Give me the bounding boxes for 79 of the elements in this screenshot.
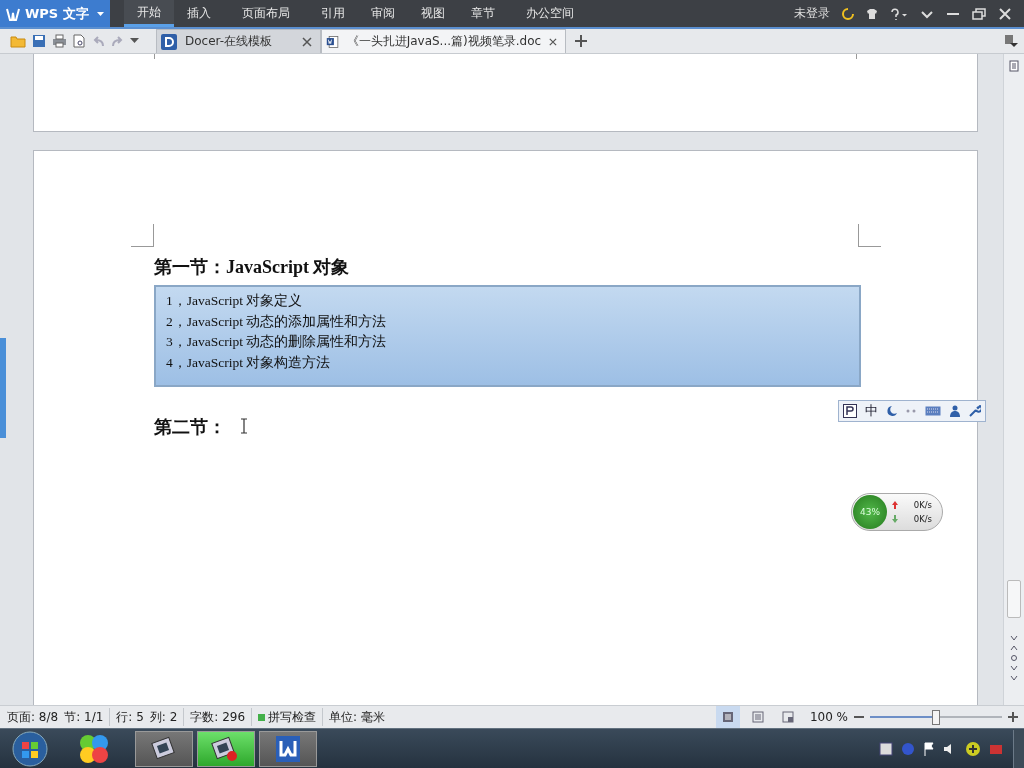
ribbon-tab[interactable]: 页面布局 <box>224 0 308 27</box>
options-icon[interactable] <box>1004 34 1018 48</box>
status-text: 节: 1/1 <box>64 708 104 726</box>
status-text: 列: 2 <box>149 708 178 726</box>
upload-arrow-icon <box>892 501 898 509</box>
ribbon-tab[interactable]: 开始 <box>124 0 174 27</box>
zoom-in-icon[interactable] <box>1008 712 1018 722</box>
new-tab-icon[interactable] <box>574 34 588 48</box>
print-icon[interactable] <box>52 33 67 48</box>
side-panel-handle[interactable] <box>0 338 6 438</box>
view-button[interactable] <box>715 706 740 728</box>
cpu-usage-gauge: 43% <box>853 495 887 529</box>
save-icon[interactable] <box>32 33 46 48</box>
page-view-icon <box>721 711 734 723</box>
download-speed: 0K/s <box>913 513 932 526</box>
document-icon <box>326 33 339 50</box>
print-preview-icon[interactable] <box>73 33 86 48</box>
margin-corner-mark <box>131 224 154 247</box>
moon-icon[interactable] <box>885 405 898 417</box>
start-button-icon[interactable] <box>10 729 50 768</box>
outline-item: 3，JavaScript 动态的删除属性和方法 <box>166 333 388 351</box>
tab-title: Docer-在线模板 <box>185 33 274 50</box>
outline-item: 4，JavaScript 对象构造方法 <box>166 353 332 372</box>
help-icon[interactable] <box>890 7 908 20</box>
outline-item: 2，JavaScript 动态的添加属性和方法 <box>166 312 388 331</box>
flag-icon[interactable] <box>923 741 935 756</box>
ribbon-tab[interactable]: 插入 <box>174 0 224 27</box>
dropdown-icon[interactable] <box>130 37 139 44</box>
person-icon[interactable] <box>949 405 962 417</box>
vertical-scrollbar[interactable] <box>1003 54 1024 705</box>
close-icon[interactable] <box>302 36 312 47</box>
upload-speed: 0K/s <box>913 499 932 512</box>
status-text: 页面: 8/8 <box>7 708 59 726</box>
ribbon-tab[interactable]: 引用 <box>308 0 358 27</box>
keyboard-icon[interactable] <box>925 406 942 416</box>
restore-icon[interactable] <box>972 7 986 20</box>
input-mode-toggle[interactable]: 中 <box>864 402 878 420</box>
taskbar-button[interactable] <box>197 730 255 767</box>
login-link[interactable]: 未登录 <box>794 5 830 22</box>
app-menu-button[interactable]: WPS 文字 <box>0 0 110 27</box>
dots-icon[interactable] <box>905 408 918 414</box>
scroll-thumb[interactable] <box>1007 580 1021 618</box>
outline-view-icon <box>751 711 764 723</box>
taskbar-button[interactable] <box>135 730 193 767</box>
shirt-icon[interactable] <box>866 7 878 20</box>
browse-arrows-icon[interactable] <box>1009 634 1019 680</box>
tray-app-icon[interactable] <box>879 741 893 756</box>
p-icon[interactable] <box>842 404 857 418</box>
ribbon-tab[interactable]: 审阅 <box>358 0 408 27</box>
taskbar-button[interactable] <box>259 730 317 767</box>
download-arrow-icon <box>892 515 898 523</box>
ribbon-tab[interactable]: 视图 <box>408 0 458 27</box>
margin-corner-mark <box>856 54 857 59</box>
ribbon-tab[interactable]: 章节 <box>458 0 508 27</box>
text-cursor-icon <box>240 418 248 434</box>
wps-logo-icon <box>6 6 20 21</box>
web-view-icon <box>781 711 794 723</box>
add-circle-icon[interactable] <box>965 740 981 757</box>
caret-icon <box>97 11 104 16</box>
status-text: 字数: 296 <box>190 708 246 726</box>
page-icon[interactable] <box>1009 60 1019 72</box>
slider-thumb[interactable] <box>932 709 940 725</box>
status-text: 行: 5 <box>116 708 144 726</box>
margin-corner-mark <box>154 54 155 59</box>
section-heading: 第一节：JavaScript 对象 <box>154 256 351 279</box>
spell-check-toggle[interactable]: 拼写检查 <box>258 708 317 726</box>
section-heading: 第二节： <box>154 416 226 439</box>
document-tab[interactable]: Docer-在线模板 <box>156 29 321 53</box>
document-tab[interactable]: 《一头扎进JavaS...篇)视频笔录.doc <box>321 29 566 53</box>
close-icon[interactable] <box>549 36 557 47</box>
ribbon-tab[interactable]: 办公空间 <box>508 0 592 27</box>
skin-icon[interactable] <box>842 7 854 20</box>
docer-logo-icon <box>161 33 177 50</box>
zoom-level: 100 % <box>809 710 848 724</box>
outline-item: 1，JavaScript 对象定义 <box>166 292 304 310</box>
status-text: 单位: 毫米 <box>329 708 385 726</box>
tab-title: 《一头扎进JavaS...篇)视频笔录.doc <box>346 33 542 50</box>
margin-corner-mark <box>858 224 881 247</box>
wrench-icon[interactable] <box>969 405 981 417</box>
